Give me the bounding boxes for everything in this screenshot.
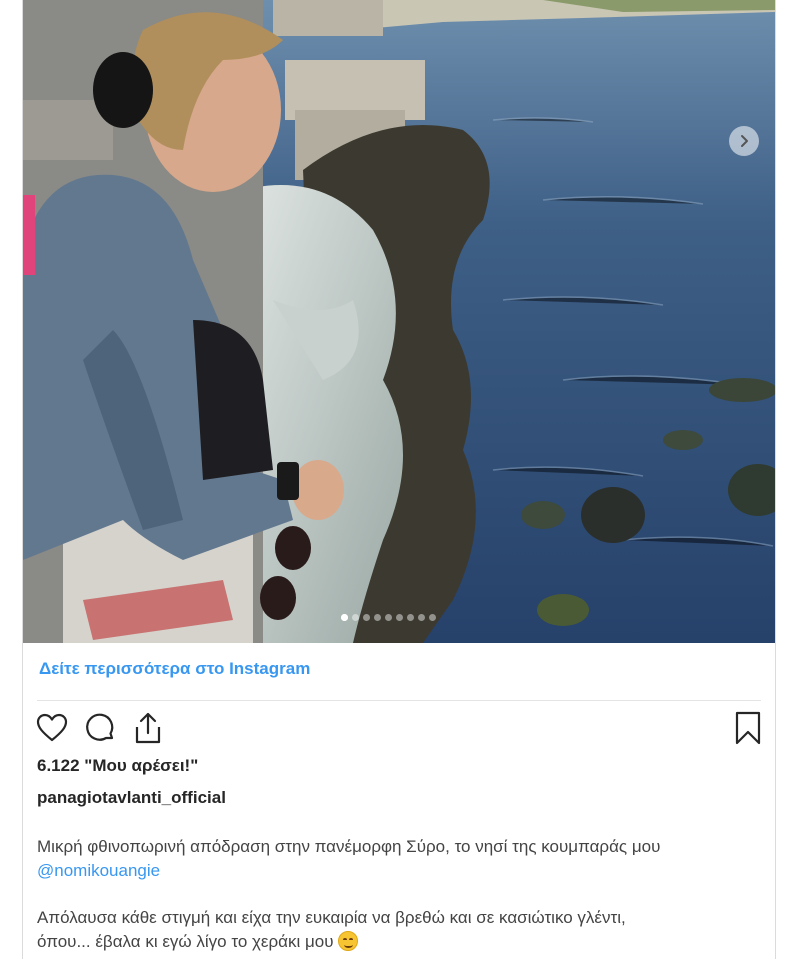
post-photo[interactable]	[23, 0, 775, 643]
instagram-embed-card: Δείτε περισσότερα στο Instagram 6.122 "Μ…	[22, 0, 776, 959]
carousel-dot	[363, 614, 370, 621]
caption-text: Απόλαυσα κάθε στιγμή και είχα την ευκαιρ…	[37, 908, 626, 927]
divider	[37, 700, 761, 701]
chevron-right-icon	[741, 135, 748, 147]
like-count[interactable]: 6.122 "Μου αρέσει!"	[37, 756, 198, 776]
bookmark-icon	[735, 711, 761, 745]
carousel-dot	[407, 614, 414, 621]
carousel-dot	[396, 614, 403, 621]
carousel-dot	[341, 614, 348, 621]
carousel-dot	[429, 614, 436, 621]
save-button[interactable]	[731, 710, 765, 746]
comment-button[interactable]	[83, 710, 117, 746]
share-button[interactable]	[131, 710, 165, 746]
heart-icon	[36, 713, 68, 742]
carousel-dot	[374, 614, 381, 621]
carousel-dot	[418, 614, 425, 621]
caption-text: Μικρή φθινοπωρινή απόδραση στην πανέμορφ…	[37, 837, 661, 856]
next-photo-button[interactable]	[729, 126, 759, 156]
post-actions	[35, 710, 165, 746]
like-button[interactable]	[35, 710, 69, 746]
carousel-dot	[385, 614, 392, 621]
smiling-emoji	[338, 931, 359, 951]
see-more-instagram-link[interactable]: Δείτε περισσότερα στο Instagram	[39, 659, 310, 679]
share-icon	[135, 712, 161, 744]
caption-text: όπου... έβαλα κι εγώ λίγο το χεράκι μου	[37, 932, 334, 951]
carousel-dot	[352, 614, 359, 621]
post-caption: Μικρή φθινοπωρινή απόδραση στην πανέμορφ…	[37, 835, 757, 954]
mention-link[interactable]: @nomikouangie	[37, 861, 160, 880]
post-username[interactable]: panagiotavlanti_official	[37, 788, 226, 808]
photo-illustration	[23, 0, 775, 643]
carousel-indicator	[341, 614, 436, 621]
comment-icon	[86, 713, 114, 741]
